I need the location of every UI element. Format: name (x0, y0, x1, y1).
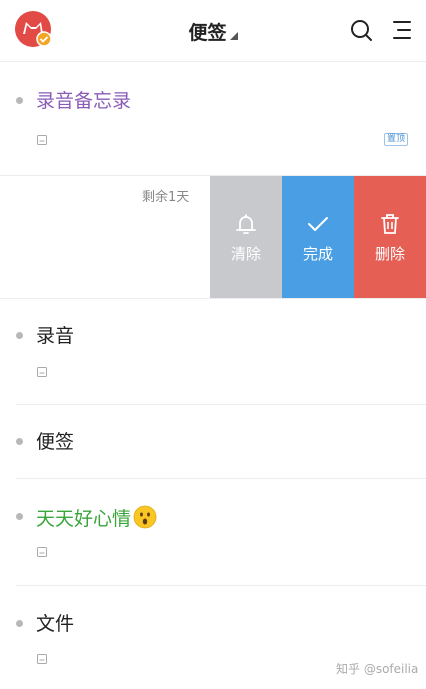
remaining-days-label: 剩余1天 (142, 190, 190, 205)
clear-label: 清除 (230, 245, 261, 263)
bullet-dot (16, 438, 23, 445)
bullet-dot (16, 513, 23, 520)
divider (16, 478, 426, 479)
note-title: 便签 (36, 431, 75, 453)
note-title: 天天好心情 (36, 505, 157, 531)
bullet-dot (16, 620, 23, 627)
watermark: 知乎 @sofeilia (336, 662, 419, 676)
bell-off-icon (236, 214, 256, 234)
note-title: 文件 (36, 613, 75, 635)
note-type-icon (37, 547, 47, 557)
note-type-icon (37, 367, 47, 377)
page-title-text: 便签 (188, 21, 227, 44)
note-title-text: 天天好心情 (36, 508, 132, 530)
cat-avatar-icon (15, 11, 52, 47)
clear-reminder-button[interactable]: 清除 (210, 176, 282, 299)
trash-icon (381, 214, 399, 234)
notes-app: 便签 录音备忘录 置顶 剩余1天 清除 完成 删除 录音 便签 天天好心情 文件… (0, 0, 426, 689)
search-icon (351, 20, 372, 41)
astonished-face-emoji (133, 505, 157, 529)
note-title: 录音备忘录 (36, 90, 132, 112)
delete-button[interactable]: 删除 (354, 176, 426, 299)
avatar[interactable] (14, 10, 52, 48)
search-button[interactable] (348, 17, 374, 43)
bullet-dot (16, 97, 23, 104)
complete-button[interactable]: 完成 (282, 176, 354, 299)
complete-label: 完成 (302, 245, 333, 263)
menu-icon (393, 21, 411, 39)
page-title[interactable]: 便签 (188, 18, 238, 45)
note-type-icon (37, 654, 47, 664)
top-bar: 便签 (0, 0, 426, 62)
bullet-dot (16, 332, 23, 339)
check-icon (308, 217, 328, 231)
note-title: 录音 (36, 325, 75, 347)
pinned-badge: 置顶 (384, 133, 409, 146)
caret-down-icon (229, 32, 238, 40)
divider (16, 404, 426, 405)
note-type-icon (37, 135, 47, 145)
divider (0, 298, 426, 299)
menu-button[interactable] (389, 17, 415, 43)
delete-label: 删除 (374, 245, 405, 263)
divider (16, 585, 426, 586)
